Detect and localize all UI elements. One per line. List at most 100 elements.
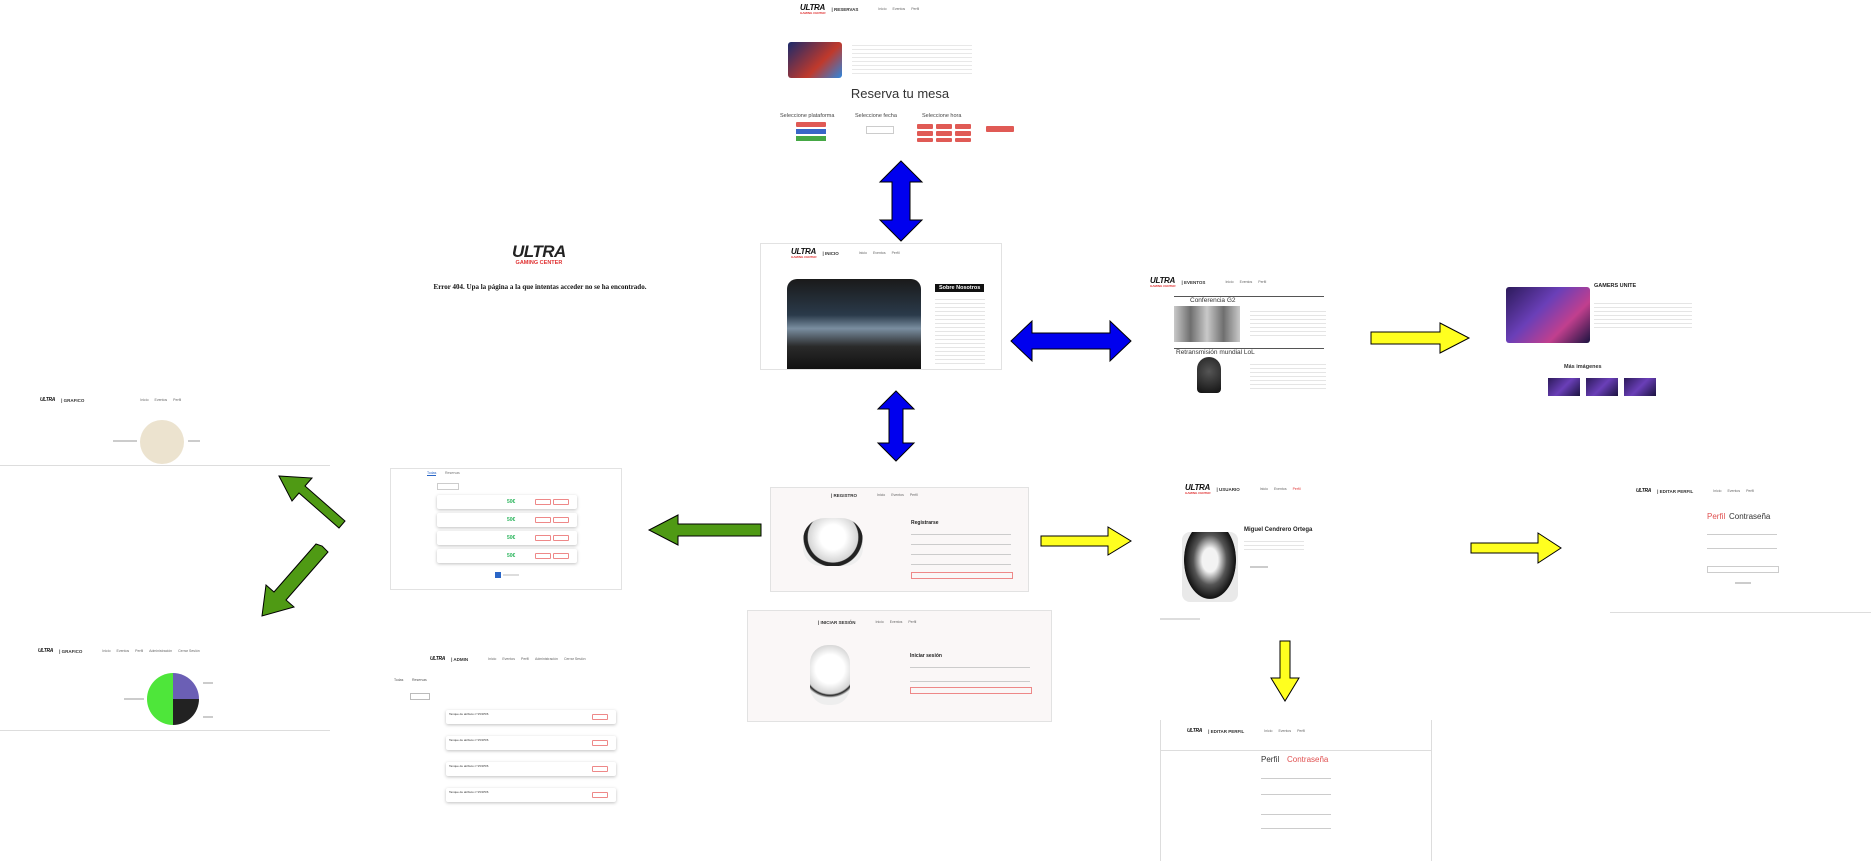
nav-logout[interactable]: Cerrar Sesión [564,657,586,661]
reserve-button[interactable] [986,126,1014,132]
name-input[interactable] [1707,534,1777,535]
delete-button[interactable] [592,792,608,798]
time-slot[interactable] [917,138,933,142]
nav-logout[interactable]: Cerrar Sesión [178,649,200,653]
nav-perfil[interactable]: Perfil [908,620,916,624]
delete-button[interactable] [553,517,569,523]
confirm-input[interactable] [911,564,1011,565]
nav-perfil[interactable]: Perfil [1746,489,1754,493]
tab-reservas[interactable]: Reservas [445,471,460,475]
nav-eventos[interactable]: Eventos [155,398,168,402]
nav-eventos[interactable]: Eventos [893,7,906,11]
new-password-input[interactable] [1261,794,1331,795]
platform-option-2[interactable] [796,129,826,134]
nav-perfil[interactable]: Perfil [173,398,181,402]
current-password-input[interactable] [1261,778,1331,779]
edit-button[interactable] [535,535,551,541]
brand-logo[interactable]: ULTRA [1636,488,1651,494]
filter-select[interactable] [410,693,430,700]
brand-logo[interactable]: ULTRA GAMING CENTER [1150,276,1176,288]
nav-eventos[interactable]: Eventos [502,657,515,661]
filter-select[interactable] [437,483,459,490]
nav-inicio[interactable]: Inicio [878,7,886,11]
delete-button[interactable] [553,499,569,505]
nav-inicio[interactable]: Inicio [859,251,867,255]
nav-inicio[interactable]: Inicio [102,649,110,653]
nav-perfil[interactable]: Perfil [910,493,918,497]
delete-button[interactable] [553,535,569,541]
email-input[interactable] [910,667,1030,668]
confirm-password-input[interactable] [1261,814,1331,815]
brand-logo[interactable]: ULTRA [430,656,445,662]
delete-button[interactable] [592,766,608,772]
brand-logo[interactable]: ULTRA GAMING CENTER [791,247,817,259]
brand-logo[interactable]: ULTRA [1187,728,1202,734]
email-input[interactable] [911,544,1011,545]
gallery-thumb[interactable] [1586,378,1618,396]
nav-eventos[interactable]: Eventos [890,620,903,624]
gallery-thumb[interactable] [1548,378,1580,396]
nav-inicio[interactable]: Inicio [1264,729,1272,733]
nav-eventos[interactable]: Eventos [1727,489,1740,493]
tab-todas[interactable]: Todas [394,678,403,682]
time-slot[interactable] [936,138,952,142]
nav-inicio[interactable]: Inicio [877,493,885,497]
nav-admin[interactable]: Administración [535,657,558,661]
nav-perfil[interactable]: Perfil [911,7,919,11]
time-slot[interactable] [917,131,933,136]
name-input[interactable] [911,534,1011,535]
nav-perfil[interactable]: Perfil [135,649,143,653]
nav-inicio[interactable]: Inicio [876,620,884,624]
platform-option-3[interactable] [796,136,826,141]
brand-logo[interactable]: ULTRA [38,648,53,654]
time-slot[interactable] [955,131,971,136]
nav-inicio[interactable]: Inicio [1225,280,1233,284]
tab-password[interactable]: Contraseña [1287,755,1328,764]
nav-perfil[interactable]: Perfil [521,657,529,661]
nav-perfil[interactable]: Perfil [1293,487,1301,491]
nav-eventos[interactable]: Eventos [873,251,886,255]
edit-button[interactable] [535,553,551,559]
time-slot[interactable] [917,124,933,129]
tab-todas[interactable]: Todas [427,471,437,476]
gallery-thumb[interactable] [1624,378,1656,396]
nav-eventos[interactable]: Eventos [1278,729,1291,733]
register-button[interactable] [911,572,1013,579]
nav-inicio[interactable]: Inicio [140,398,148,402]
delete-button[interactable] [553,553,569,559]
pagination-active[interactable] [495,572,501,578]
edit-button[interactable] [535,517,551,523]
brand-logo[interactable]: ULTRA [40,397,55,403]
tab-reservas[interactable]: Reservas [412,678,427,682]
nav-inicio[interactable]: Inicio [488,657,496,661]
nav-inicio[interactable]: Inicio [1260,487,1268,491]
edit-button[interactable] [535,499,551,505]
platform-option-1[interactable] [796,122,826,127]
nav-perfil[interactable]: Perfil [892,251,900,255]
lastname-input[interactable] [1707,548,1777,549]
pagination[interactable] [503,574,519,576]
save-button[interactable] [1735,582,1751,584]
nav-perfil[interactable]: Perfil [1258,280,1266,284]
brand-logo[interactable]: ULTRA GAMING CENTER [800,3,826,15]
nav-inicio[interactable]: Inicio [1713,489,1721,493]
login-button[interactable] [910,687,1032,694]
time-slot[interactable] [936,131,952,136]
time-slot[interactable] [955,138,971,142]
file-input[interactable] [1707,566,1779,573]
password-input[interactable] [910,681,1030,682]
nav-eventos[interactable]: Eventos [1274,487,1287,491]
tab-perfil[interactable]: Perfil [1261,755,1279,764]
time-slot[interactable] [936,124,952,129]
delete-button[interactable] [592,714,608,720]
nav-eventos[interactable]: Eventos [891,493,904,497]
tab-perfil[interactable]: Perfil [1707,512,1725,521]
nav-perfil[interactable]: Perfil [1297,729,1305,733]
delete-button[interactable] [592,740,608,746]
password-input[interactable] [911,554,1011,555]
nav-admin[interactable]: Administración [149,649,172,653]
time-slot[interactable] [955,124,971,129]
nav-eventos[interactable]: Eventos [1240,280,1253,284]
brand-logo[interactable]: ULTRA GAMING CENTER [512,243,566,266]
tab-password[interactable]: Contraseña [1729,512,1770,521]
